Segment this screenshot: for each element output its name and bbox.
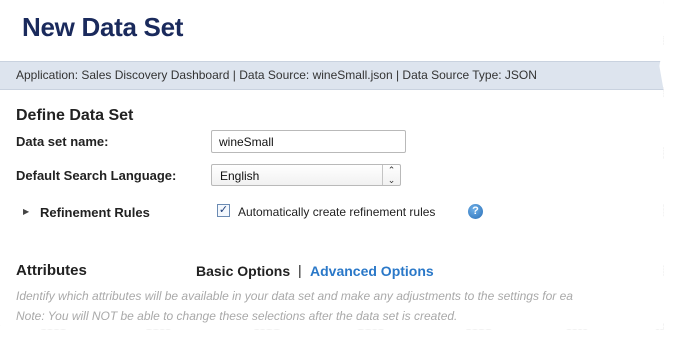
checkmark-icon: ✓ [218,204,229,216]
refinement-rules-toggle[interactable]: Refinement Rules [40,205,150,220]
search-language-value: English [220,169,260,183]
basic-options-tab[interactable]: Basic Options [196,263,290,279]
advanced-options-link[interactable]: Advanced Options [310,263,434,279]
attributes-hint: Identify which attributes will be availa… [16,289,573,303]
page-title: New Data Set [22,12,184,42]
info-bar-text: Application: Sales Discovery Dashboard |… [16,68,537,82]
search-language-select[interactable]: English ⌃ ⌄ [211,164,401,186]
define-data-set-heading: Define Data Set [16,107,134,124]
attributes-note: Note: You will NOT be able to change the… [16,309,458,323]
info-bar: Application: Sales Discovery Dashboard |… [0,61,664,90]
attributes-heading: Attributes [16,262,87,279]
search-language-label: Default Search Language: [16,168,177,183]
double-chevron-icon[interactable]: ⌃ ⌄ [382,165,400,185]
new-data-set-panel: New Data Set Application: Sales Discover… [0,0,664,330]
auto-refinement-checkbox[interactable]: ✓ [217,204,230,217]
options-separator: | [298,262,302,278]
data-set-name-label: Data set name: [16,134,109,149]
auto-refinement-label[interactable]: Automatically create refinement rules [238,205,435,219]
data-set-name-input[interactable] [211,130,406,153]
triangle-right-icon[interactable]: ▶ [23,207,29,216]
help-icon[interactable]: ? [468,204,483,219]
